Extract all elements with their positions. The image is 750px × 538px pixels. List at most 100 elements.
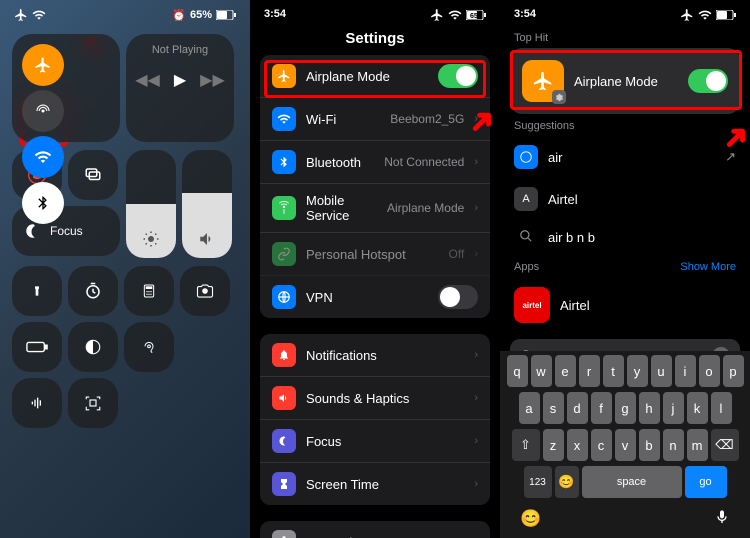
- emoji-button[interactable]: 😊: [520, 509, 541, 530]
- key-r[interactable]: r: [579, 355, 600, 387]
- key-w[interactable]: w: [531, 355, 552, 387]
- suggestion-row[interactable]: air ↗: [500, 136, 750, 178]
- low-power-button[interactable]: [12, 322, 62, 372]
- delete-key[interactable]: ⌫: [711, 429, 739, 461]
- app-row[interactable]: airtel Airtel: [500, 279, 750, 331]
- key-g[interactable]: g: [615, 392, 636, 424]
- wifi-toggle[interactable]: [22, 136, 64, 178]
- hearing-button[interactable]: [124, 322, 174, 372]
- key-v[interactable]: v: [615, 429, 636, 461]
- battery-icon: [716, 10, 736, 20]
- key-t[interactable]: t: [603, 355, 624, 387]
- key-p[interactable]: p: [723, 355, 744, 387]
- half-circle-icon: [84, 338, 102, 356]
- key-y[interactable]: y: [627, 355, 648, 387]
- key-j[interactable]: j: [663, 392, 684, 424]
- key-o[interactable]: o: [699, 355, 720, 387]
- notifications-row[interactable]: Notifications›: [260, 334, 490, 377]
- time: 3:54: [514, 8, 536, 22]
- focus-row[interactable]: Focus›: [260, 420, 490, 463]
- airplane-mode-toggle[interactable]: [22, 44, 64, 86]
- row-label: Personal Hotspot: [306, 247, 439, 262]
- cellular-toggle[interactable]: [22, 90, 64, 132]
- emoji-key[interactable]: 😊: [555, 466, 579, 498]
- key-u[interactable]: u: [651, 355, 672, 387]
- music-status: Not Playing: [136, 44, 224, 56]
- camera-icon: [196, 282, 214, 300]
- bluetooth-icon: [35, 195, 51, 211]
- bluetooth-row[interactable]: Bluetooth Not Connected ›: [260, 141, 490, 184]
- airplane-icon: [272, 64, 296, 88]
- go-key[interactable]: go: [685, 466, 727, 498]
- suggestion-label: air b n b: [548, 230, 595, 245]
- vpn-row[interactable]: VPN: [260, 276, 490, 318]
- wifi-icon: [34, 148, 52, 166]
- airplane-toggle[interactable]: [688, 69, 728, 93]
- row-value: Airplane Mode: [387, 201, 464, 215]
- airplane-mode-row[interactable]: Airplane Mode: [260, 55, 490, 98]
- vpn-toggle[interactable]: [438, 285, 478, 309]
- key-z[interactable]: z: [543, 429, 564, 461]
- bluetooth-toggle[interactable]: [22, 182, 64, 224]
- key-b[interactable]: b: [639, 429, 660, 461]
- search-icon: [514, 229, 538, 246]
- airtel-app-icon: airtel: [514, 287, 550, 323]
- suggestion-row[interactable]: air b n b: [500, 220, 750, 255]
- qr-scan-button[interactable]: [68, 378, 118, 428]
- calculator-button[interactable]: [124, 266, 174, 316]
- mobile-service-row[interactable]: Mobile Service Airplane Mode ›: [260, 184, 490, 233]
- wifi-status-icon: [698, 8, 712, 22]
- next-track-icon[interactable]: ▶▶: [200, 70, 225, 90]
- timer-button[interactable]: [68, 266, 118, 316]
- flashlight-icon: [29, 283, 45, 299]
- key-c[interactable]: c: [591, 429, 612, 461]
- key-i[interactable]: i: [675, 355, 696, 387]
- prev-track-icon[interactable]: ◀◀: [135, 70, 160, 90]
- key-h[interactable]: h: [639, 392, 660, 424]
- chevron-right-icon: ›: [474, 349, 478, 361]
- volume-slider[interactable]: [182, 150, 232, 258]
- key-e[interactable]: e: [555, 355, 576, 387]
- suggestion-label: air: [548, 150, 715, 165]
- dictation-button[interactable]: [714, 509, 730, 530]
- notifications-icon: [272, 343, 296, 367]
- airplane-toggle[interactable]: [438, 64, 478, 88]
- suggestion-row[interactable]: A Airtel: [500, 178, 750, 220]
- shift-key[interactable]: ⇧: [512, 429, 540, 461]
- sounds-row[interactable]: Sounds & Haptics›: [260, 377, 490, 420]
- suggestion-label: Airtel: [548, 192, 578, 207]
- key-x[interactable]: x: [567, 429, 588, 461]
- wifi-row[interactable]: Wi-Fi Beebom2_5G ›: [260, 98, 490, 141]
- key-k[interactable]: k: [687, 392, 708, 424]
- battery-low-icon: [26, 341, 48, 353]
- camera-button[interactable]: [180, 266, 230, 316]
- key-f[interactable]: f: [591, 392, 612, 424]
- space-key[interactable]: space: [582, 466, 682, 498]
- hotspot-row[interactable]: Personal Hotspot Off ›: [260, 233, 490, 276]
- screen-time-row[interactable]: Screen Time›: [260, 463, 490, 505]
- numeric-key[interactable]: 123: [524, 466, 552, 498]
- brightness-slider[interactable]: [126, 150, 176, 258]
- top-hit-result[interactable]: Airplane Mode: [510, 48, 740, 114]
- key-a[interactable]: a: [519, 392, 540, 424]
- key-n[interactable]: n: [663, 429, 684, 461]
- key-l[interactable]: l: [711, 392, 732, 424]
- row-label: Mobile Service: [306, 193, 377, 223]
- moon-icon: [272, 429, 296, 453]
- flashlight-button[interactable]: [12, 266, 62, 316]
- general-row[interactable]: General›: [260, 521, 490, 538]
- show-more-link[interactable]: Show More: [680, 261, 736, 273]
- screen-mirroring-button[interactable]: [68, 150, 118, 200]
- settings-panel: 3:54 65 Settings ➜ Airplane Mode Wi-Fi B…: [250, 0, 500, 538]
- key-d[interactable]: d: [567, 392, 588, 424]
- shazam-button[interactable]: [12, 378, 62, 428]
- battery-icon: [216, 10, 236, 20]
- music-module[interactable]: Not Playing ◀◀ ▶ ▶▶: [126, 34, 234, 142]
- key-q[interactable]: q: [507, 355, 528, 387]
- key-s[interactable]: s: [543, 392, 564, 424]
- qr-icon: [84, 394, 102, 412]
- apps-label: Apps: [514, 261, 539, 273]
- dark-mode-button[interactable]: [68, 322, 118, 372]
- play-icon[interactable]: ▶: [174, 70, 186, 90]
- key-m[interactable]: m: [687, 429, 708, 461]
